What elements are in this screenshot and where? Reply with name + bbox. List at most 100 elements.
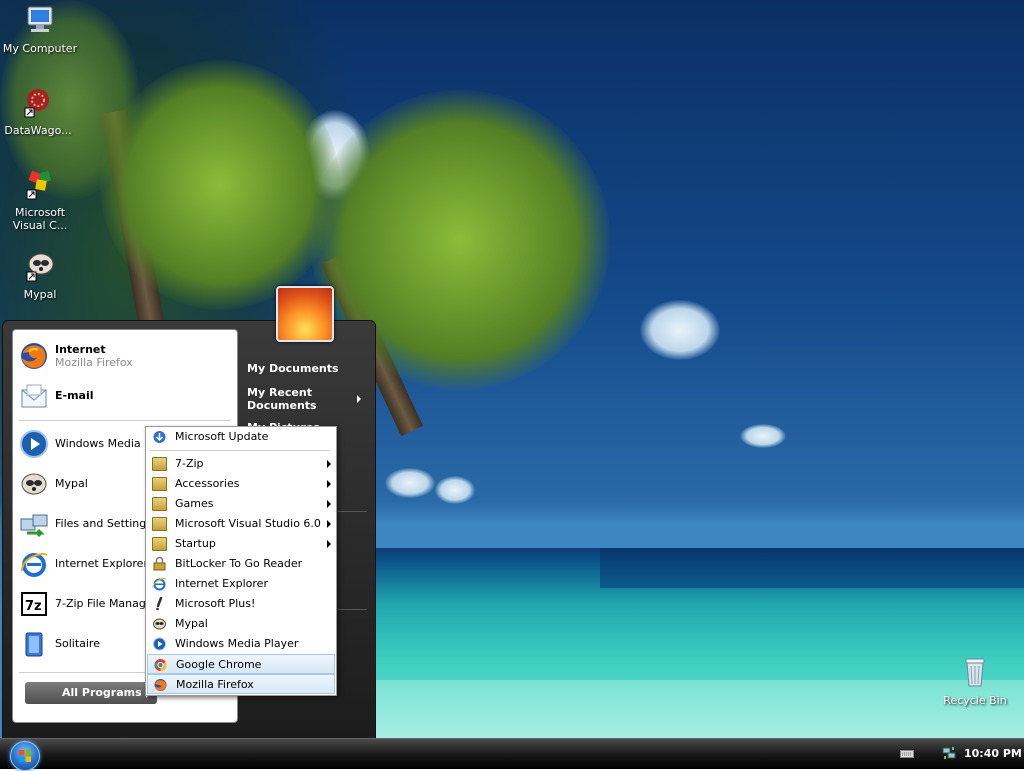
visual-studio-icon [26,170,52,200]
mypal-icon [153,618,166,630]
desktop-icon-label: DataWago... [4,124,72,137]
submenu-item-visual-studio[interactable]: Microsoft Visual Studio 6.0 [147,514,335,534]
transfer-wizard-icon [20,514,48,538]
arrow-right-icon [357,395,361,403]
desktop-icon-label: Recycle Bin [943,694,1007,707]
cloud [435,476,475,504]
desktop-icon-mypal[interactable]: Mypal [2,250,78,301]
right-item-my-documents[interactable]: My Documents [247,362,339,375]
submenu-item-games[interactable]: Games [147,494,335,514]
submenu-item-label: Windows Media Player [175,637,299,650]
arrow-right-icon [327,460,331,468]
submenu-item-internet-explorer[interactable]: Internet Explorer [147,574,335,594]
7zip-icon: 7z [21,592,47,616]
submenu-item-label: Games [175,497,214,510]
recent-item-label: Solitaire [55,637,100,650]
pinned-item-internet[interactable]: Internet Mozilla Firefox [13,338,237,374]
clock[interactable]: 10:40 PM [964,747,1022,760]
datawagon-icon [24,89,49,118]
arrow-right-icon [327,540,331,548]
mypal-icon [26,253,54,282]
desktop-icon-datawagon[interactable]: DataWago... [0,86,76,137]
desktop-icon-label: Microsoft Visual C... [12,206,68,232]
all-programs-submenu: Microsoft Update 7-Zip Accessories Games… [145,426,337,696]
svg-text:7z: 7z [25,599,42,614]
submenu-item-label: Mypal [175,617,208,630]
recent-item-label: Internet Explorer [55,557,148,570]
firefox-icon [21,343,47,369]
desktop-icon-label: My Computer [2,42,78,55]
desktop-icon-label: Mypal [23,288,57,301]
submenu-item-mypal[interactable]: Mypal [147,614,335,634]
ie-icon [21,553,48,577]
system-tray: 10:40 PM [872,739,1024,769]
submenu-item-label: Startup [175,537,216,550]
cloud [740,424,786,448]
start-button[interactable] [10,741,40,771]
firefox-icon [154,679,167,691]
submenu-item-7zip[interactable]: 7-Zip [147,454,335,474]
recent-item-label: Mypal [55,477,88,490]
arrow-right-icon [327,500,331,508]
pinned-item-email[interactable]: E-mail [13,378,237,414]
folder-icon [152,537,167,551]
submenu-item-label: 7-Zip [175,457,204,470]
ie-icon [152,578,167,591]
desktop-icon-my-computer[interactable]: My Computer [2,4,78,55]
bitlocker-icon [153,557,166,571]
windows-logo-icon [19,750,31,762]
arrow-right-icon [327,480,331,488]
submenu-item-label: Microsoft Visual Studio 6.0 [175,517,321,530]
recycle-bin-icon [965,658,985,687]
media-player-icon [20,430,48,458]
submenu-item-label: Internet Explorer [175,577,268,590]
arrow-right-icon [327,520,331,528]
submenu-item-label: Mozilla Firefox [176,678,254,691]
recent-item-label: 7-Zip File Manager [55,597,158,610]
plus-icon [156,597,163,611]
cloud [640,300,720,360]
cloud [385,468,435,498]
pinned-item-title: Internet [55,343,106,356]
submenu-item-microsoft-plus[interactable]: Microsoft Plus! [147,594,335,614]
folder-icon [152,497,167,511]
mypal-icon [21,473,47,495]
folder-icon [152,517,167,531]
folder-icon [152,477,167,491]
separator [150,450,330,451]
right-item-label: My Documents [247,362,339,375]
user-picture[interactable] [276,286,334,342]
submenu-item-startup[interactable]: Startup [147,534,335,554]
media-player-icon [153,637,166,651]
chrome-icon [154,659,167,671]
submenu-item-media-player[interactable]: Windows Media Player [147,634,335,654]
right-item-label: My Recent Documents [247,386,317,412]
submenu-item-microsoft-update[interactable]: Microsoft Update [147,427,335,447]
deep-sea [600,548,1024,588]
folder-icon [152,457,167,471]
pinned-item-title: E-mail [55,389,94,402]
computer-icon [27,6,53,32]
solitaire-icon [25,632,43,657]
right-item-recent-documents[interactable]: My Recent Documents [247,386,333,412]
pinned-item-subtitle: Mozilla Firefox [55,356,133,369]
submenu-item-label: Accessories [175,477,240,490]
all-programs-button[interactable]: All Programs [25,682,157,704]
email-icon [21,384,47,408]
desktop-icon-visual-studio[interactable]: Microsoft Visual C... [2,168,78,232]
submenu-item-accessories[interactable]: Accessories [147,474,335,494]
desktop-icon-recycle-bin[interactable]: Recycle Bin [937,656,1013,707]
submenu-item-google-chrome[interactable]: Google Chrome [147,654,335,674]
submenu-item-bitlocker[interactable]: BitLocker To Go Reader [147,554,335,574]
keyboard-icon[interactable] [900,749,914,759]
network-icon[interactable] [942,746,956,760]
submenu-item-label: Microsoft Update [175,430,269,443]
separator [19,420,231,421]
submenu-item-label: Google Chrome [176,658,262,671]
all-programs-label: All Programs [62,686,142,699]
submenu-item-label: Microsoft Plus! [175,597,256,610]
submenu-item-mozilla-firefox[interactable]: Mozilla Firefox [147,674,335,694]
taskbar: 10:40 PM [0,738,1024,771]
update-icon [153,431,166,443]
submenu-item-label: BitLocker To Go Reader [175,557,303,570]
